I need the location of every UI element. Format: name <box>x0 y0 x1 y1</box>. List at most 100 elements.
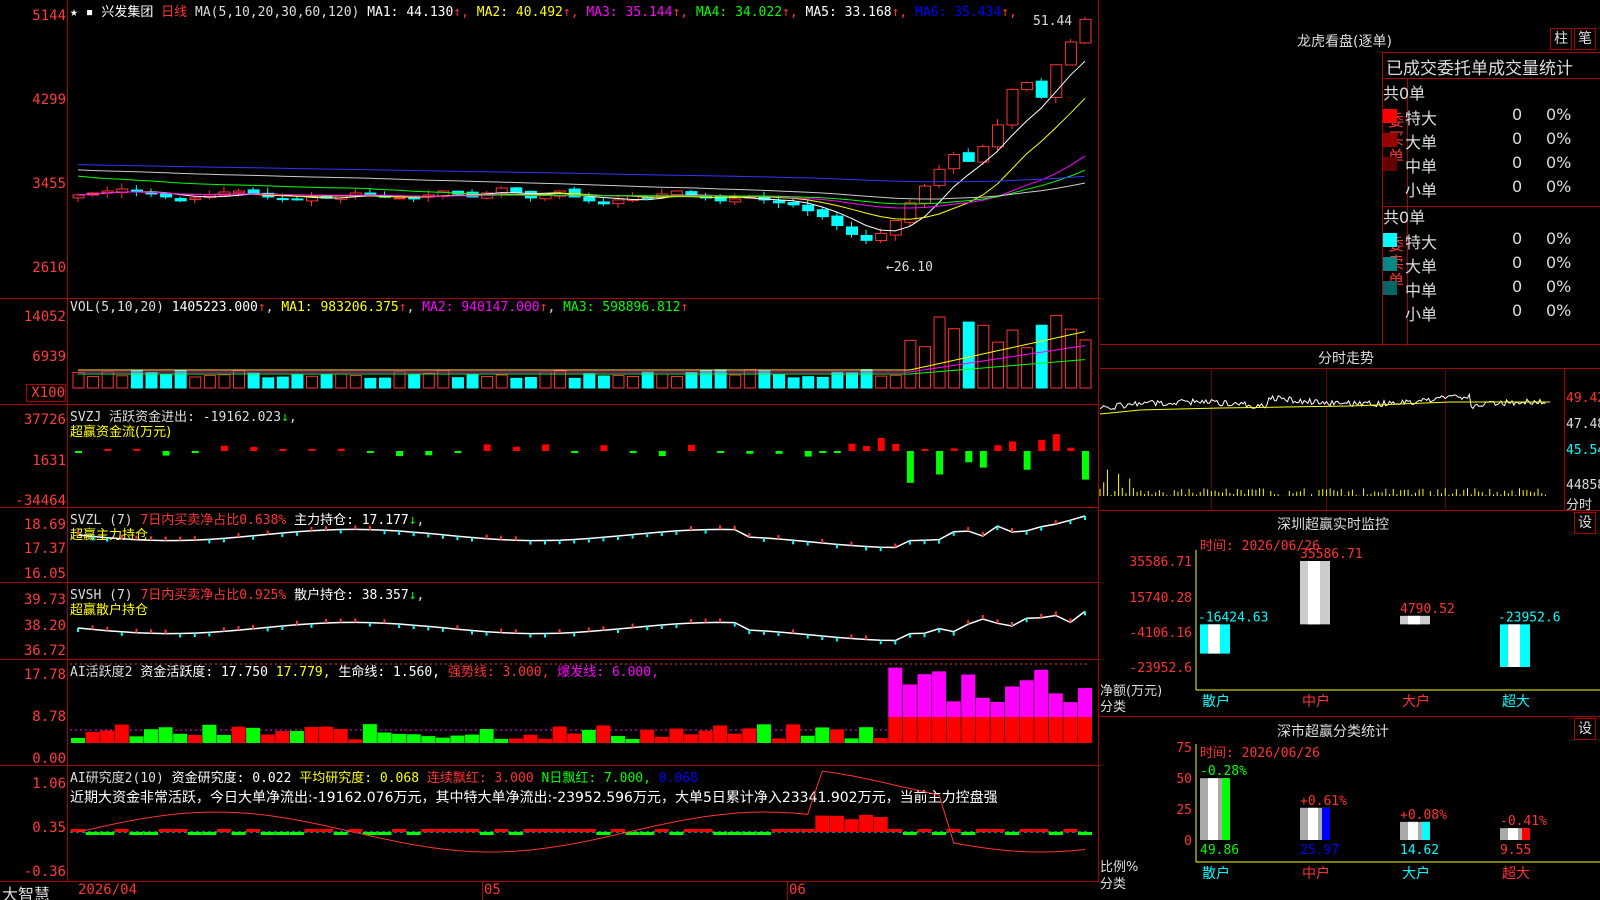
activity-bar <box>669 728 684 743</box>
candlestick-chart[interactable] <box>0 0 1100 298</box>
research-line <box>77 770 1086 853</box>
order-name: 大单 <box>1405 257 1438 276</box>
volume-bar <box>991 341 1004 389</box>
flow-bar <box>542 444 550 451</box>
activity-bar <box>173 733 188 743</box>
dragon-subtitle: 已成交委托单成交量统计 <box>1386 59 1573 79</box>
classify-category: 超大 <box>1502 866 1530 882</box>
activity-bar <box>465 734 480 743</box>
research-bar <box>319 829 334 832</box>
research-bar <box>508 832 523 835</box>
research-bar <box>640 832 655 835</box>
main-chart-area[interactable]: ★ ▪ 兴发集团 日线 MA(5,10,20,30,60,120) MA1: 4… <box>0 0 1100 900</box>
activity-bar <box>1005 717 1020 743</box>
volume-bar <box>335 373 348 389</box>
flow-bar <box>512 446 520 451</box>
activity-bar <box>1063 717 1078 743</box>
classify-value-label: 25.97 <box>1300 843 1339 858</box>
candle-body <box>160 193 173 198</box>
research-bar <box>581 829 596 832</box>
research-bar <box>902 832 917 835</box>
volume-bar <box>510 377 523 389</box>
volume-bar <box>1050 314 1063 389</box>
volume-bar <box>554 370 567 389</box>
research-bar <box>494 829 509 832</box>
activity-bar <box>523 734 538 743</box>
flow-bar <box>454 451 462 453</box>
volume-bar <box>349 375 362 389</box>
retail-holding-chart[interactable] <box>0 582 1100 659</box>
classify-value-label: 14.62 <box>1400 843 1439 858</box>
bar-mode-button[interactable]: 柱 <box>1550 28 1572 50</box>
activity-bar <box>494 738 509 743</box>
research-bar <box>1048 832 1063 835</box>
activity-bar-top <box>975 697 990 717</box>
flow-bar <box>162 451 170 456</box>
holding-line <box>77 610 1086 642</box>
volume-bar <box>291 373 304 389</box>
intraday-axis-2: 45.54 <box>1566 443 1600 458</box>
order-pct: 0% <box>1546 301 1572 320</box>
activity-bar-top <box>1048 693 1063 717</box>
research-bar <box>246 829 261 832</box>
classify-bar-chart[interactable]: 75 50 25 0 -0.28% 49.86 散户 +0.61% 25.97 中户 +0.08% 1… <box>1100 716 1600 900</box>
activity-bar <box>1034 717 1049 743</box>
volume-bar <box>787 377 800 389</box>
research-bar <box>173 829 188 832</box>
volume-bar <box>802 376 815 389</box>
classify-bar-highlight <box>1208 778 1218 840</box>
volume-bar <box>889 374 902 389</box>
volume-chart[interactable] <box>0 298 1100 404</box>
date-axis-06: 06 <box>789 882 806 898</box>
price-low-mark: ←26.10 <box>886 260 933 275</box>
activity-bar <box>377 732 392 743</box>
activity-bar <box>114 724 129 743</box>
activity-bar <box>202 724 217 743</box>
volume-bar <box>247 372 260 389</box>
volume-bar <box>568 377 581 389</box>
tick-mode-button[interactable]: 笔 <box>1574 28 1596 50</box>
order-count: 0 <box>1512 229 1523 248</box>
candle-body <box>991 124 1004 148</box>
activity-bar <box>216 734 231 743</box>
volume-bar <box>845 372 858 389</box>
volume-bar <box>904 339 917 389</box>
order-name: 大单 <box>1405 133 1438 152</box>
monitor-bar-chart[interactable]: 35586.71 15740.28 -4106.16 -23952.6 -16424.6… <box>1100 510 1600 710</box>
classify-bar-accent <box>1422 821 1430 840</box>
volume-bar <box>773 374 786 389</box>
activity-bar <box>975 717 990 743</box>
activity-bar <box>100 730 115 743</box>
research-bar <box>683 829 698 832</box>
intraday-chart[interactable] <box>1099 368 1564 510</box>
activity-bar <box>815 727 830 743</box>
candle-body <box>1079 18 1092 44</box>
volume-bar <box>189 376 202 389</box>
classify-bar-highlight <box>1308 807 1318 840</box>
capital-flow-chart[interactable] <box>0 404 1100 507</box>
activity-bar-top <box>1005 686 1020 717</box>
volume-bar <box>977 324 990 389</box>
volume-bar <box>612 374 625 389</box>
activity-bar <box>450 735 465 743</box>
activity-bar <box>187 735 202 743</box>
candle-body <box>918 185 931 204</box>
activity-bar <box>143 729 158 743</box>
order-name: 特大 <box>1405 109 1438 128</box>
research-bar <box>187 832 202 835</box>
candle-body <box>773 200 786 204</box>
classify-bar-accent <box>1522 828 1530 840</box>
order-total: 共0单 <box>1383 84 1426 103</box>
research-bar <box>917 829 932 832</box>
activity-bar <box>392 733 407 743</box>
activity-chart[interactable] <box>0 659 1100 765</box>
candle-body <box>787 201 800 206</box>
volume-bar <box>1035 324 1048 389</box>
activity-bar-top <box>932 671 947 717</box>
research-chart[interactable] <box>0 765 1100 881</box>
volume-bar <box>729 374 742 389</box>
activity-bar <box>1078 717 1092 743</box>
main-holding-chart[interactable] <box>0 507 1100 582</box>
order-pct: 0% <box>1546 277 1572 296</box>
holding-line <box>77 515 1086 549</box>
